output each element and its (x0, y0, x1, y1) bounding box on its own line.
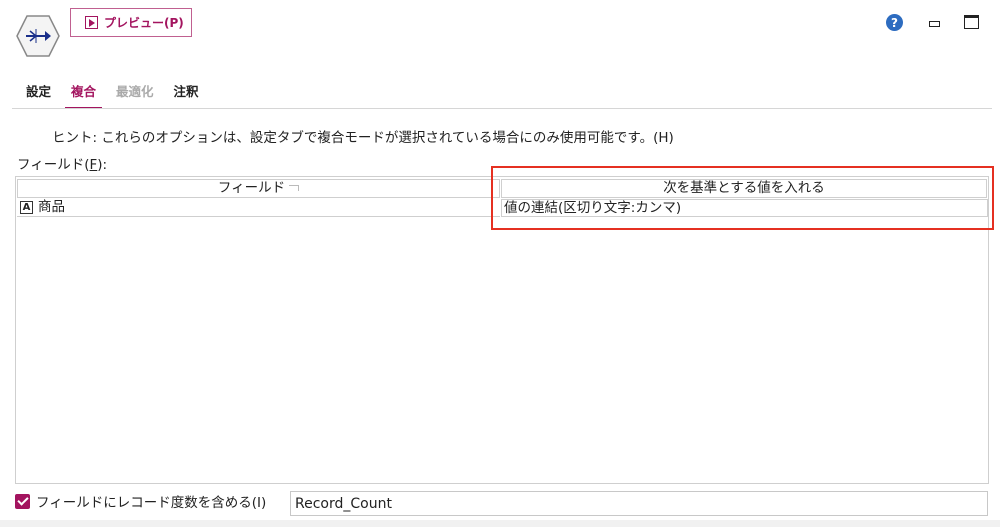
play-icon (85, 16, 98, 29)
minimize-icon[interactable] (927, 16, 940, 29)
tab-composite[interactable]: 複合 (65, 82, 103, 109)
fields-table: フィールド 次を基準とする値を入れる A 商品 値の連結(区切り文字:カンマ) (15, 176, 989, 484)
help-icon[interactable]: ? (886, 14, 903, 31)
fields-label-suffix: ): (97, 157, 108, 173)
tab-bar: 設定 複合 最適化 注釈 (26, 82, 219, 109)
value-cell[interactable]: 値の連結(区切り文字:カンマ) (501, 199, 988, 217)
record-count-label: フィールドにレコード度数を含める(I) (36, 495, 267, 511)
preview-button-label: プレビュー(P) (104, 16, 184, 30)
record-count-option: フィールドにレコード度数を含める(I) (15, 491, 266, 511)
tab-divider (12, 108, 992, 109)
maximize-icon[interactable] (964, 15, 979, 29)
column-header-value[interactable]: 次を基準とする値を入れる (501, 179, 987, 198)
table-row[interactable]: A 商品 値の連結(区切り文字:カンマ) (17, 199, 988, 217)
record-count-field[interactable] (290, 491, 988, 516)
bottom-strip (0, 520, 1000, 527)
string-type-icon: A (20, 201, 33, 214)
tab-settings[interactable]: 設定 (26, 82, 51, 109)
fields-label: フィールド(F): (17, 153, 107, 173)
aggregate-node-icon (16, 15, 60, 57)
column-header-field-label: フィールド (217, 180, 286, 196)
preview-button[interactable]: プレビュー(P) (70, 8, 192, 37)
tab-optimization: 最適化 (116, 84, 154, 99)
fields-label-prefix: フィールド( (17, 157, 90, 173)
field-cell[interactable]: A 商品 (17, 199, 500, 217)
field-name: 商品 (38, 199, 65, 215)
hint-text: ヒント: これらのオプションは、設定タブで複合モードが選択されている場合にのみ使… (52, 130, 674, 146)
sort-icon (289, 185, 300, 191)
record-count-checkbox[interactable] (15, 493, 30, 509)
column-header-field[interactable]: フィールド (17, 179, 500, 198)
tab-annotation[interactable]: 注釈 (174, 82, 199, 109)
